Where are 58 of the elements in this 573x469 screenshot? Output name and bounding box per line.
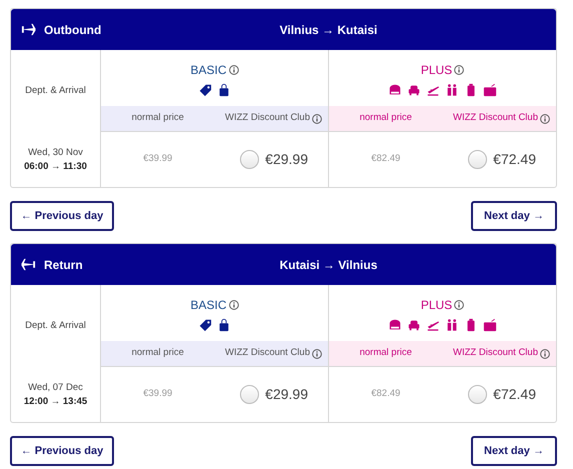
normal-price: €82.49 — [370, 387, 402, 402]
radio-button[interactable] — [240, 385, 260, 404]
seat-icon — [388, 83, 402, 97]
armchair-icon — [407, 83, 421, 97]
armchair-icon — [407, 318, 421, 332]
club-price: €29.99 — [265, 150, 308, 169]
bag-icon — [483, 318, 497, 332]
column-label: WIZZ Discount Club — [225, 346, 310, 360]
column-label: WIZZ Discount Club — [225, 111, 310, 126]
info-icon — [454, 300, 464, 310]
section-title: Outbound — [44, 22, 102, 38]
column-label: Dept. & Arrival — [25, 318, 86, 333]
padlock-icon — [217, 318, 231, 332]
info-icon — [312, 114, 322, 124]
flight-times: 06:00 → 11:30 — [24, 160, 87, 174]
fare-title: PLUS — [420, 62, 452, 79]
next-day-button[interactable]: Next day → — [471, 201, 557, 231]
fare-title: BASIC — [190, 297, 226, 314]
previous-day-button[interactable]: ← Previous day — [10, 436, 114, 466]
info-icon — [454, 65, 464, 75]
info-icon — [228, 300, 238, 310]
normal-price: €39.99 — [142, 152, 174, 166]
info-icon — [540, 348, 550, 358]
radio-button[interactable] — [468, 150, 488, 169]
column-label: WIZZ Discount Club — [453, 346, 538, 360]
club-price: €29.99 — [265, 385, 308, 404]
padlock-icon — [217, 83, 231, 97]
fare-title: BASIC — [190, 62, 226, 79]
club-price: €72.49 — [493, 150, 536, 169]
normal-price: €82.49 — [370, 152, 402, 166]
column-label: Dept. & Arrival — [25, 84, 86, 98]
column-label: WIZZ Discount Club — [453, 111, 538, 126]
info-icon — [540, 114, 550, 124]
route-title: Vilnius → Kutaisi — [280, 22, 378, 38]
flight-date: Wed, 30 Nov — [28, 146, 83, 160]
radio-button[interactable] — [468, 385, 488, 404]
info-icon — [228, 65, 238, 75]
club-price: €72.49 — [493, 385, 536, 404]
column-label: normal price — [130, 346, 185, 360]
column-label: normal price — [130, 111, 185, 126]
tag-icon — [198, 318, 212, 332]
info-icon — [312, 348, 322, 358]
route-title: Kutaisi → Vilnius — [280, 256, 378, 274]
flight-date: Wed, 07 Dec — [28, 380, 83, 394]
fare-title: PLUS — [420, 297, 452, 314]
flight-times: 12:00 → 13:45 — [24, 394, 88, 408]
previous-day-button[interactable]: ← Previous day — [10, 201, 114, 231]
column-label: normal price — [358, 346, 413, 360]
section-title: Return — [44, 256, 83, 274]
column-label: normal price — [358, 111, 413, 126]
radio-button[interactable] — [240, 150, 260, 169]
normal-price: €39.99 — [142, 387, 174, 402]
seat-icon — [388, 318, 402, 332]
people-icon — [445, 318, 459, 332]
tag-icon — [198, 83, 212, 97]
next-day-button[interactable]: Next day → — [471, 436, 557, 466]
people-icon — [445, 83, 459, 97]
bag-icon — [483, 83, 497, 97]
